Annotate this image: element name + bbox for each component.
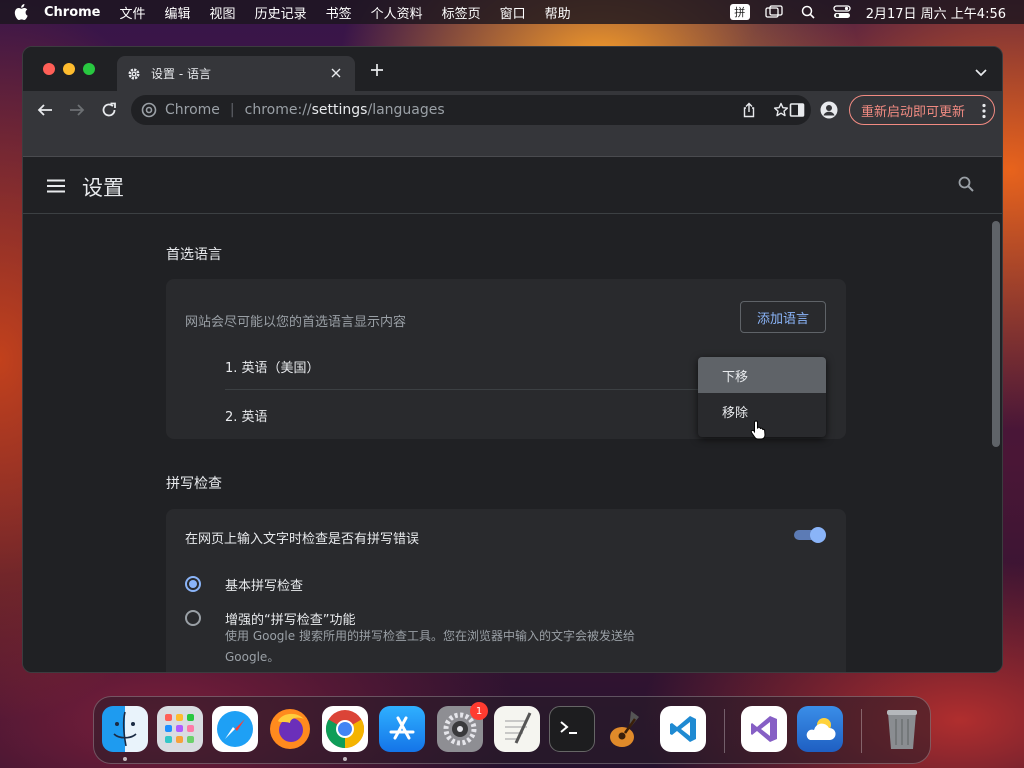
forward-button[interactable] xyxy=(67,100,87,120)
minimize-window-button[interactable] xyxy=(63,63,75,75)
url-site-name: Chrome xyxy=(165,102,220,118)
share-icon[interactable] xyxy=(741,102,757,118)
chrome-window: 设置 - 语言 Chrome | chrome://settings /lang… xyxy=(22,46,1003,673)
app-store-icon[interactable] xyxy=(379,706,425,752)
menu-view[interactable]: 视图 xyxy=(210,3,236,22)
basic-spellcheck-label: 基本拼写检查 xyxy=(225,579,304,594)
url-scheme: chrome:// xyxy=(244,102,312,118)
settings-header: 设置 xyxy=(23,158,1002,214)
running-indicator xyxy=(343,757,347,761)
menu-file[interactable]: 文件 xyxy=(120,3,146,22)
zoom-window-button[interactable] xyxy=(83,63,95,75)
garageband-icon[interactable] xyxy=(604,706,650,752)
menu-item-move-down[interactable]: 下移 xyxy=(698,357,826,393)
safari-icon[interactable] xyxy=(212,706,258,752)
address-bar[interactable]: Chrome | chrome://settings/languages xyxy=(131,95,811,125)
url-host: settings xyxy=(311,102,368,118)
basic-spellcheck-radio[interactable] xyxy=(185,576,201,592)
settings-content: 首选语言 网站会尽可能以您的首选语言显示内容 添加语言 1. 英语（美国） 2.… xyxy=(23,215,1002,672)
chrome-site-icon[interactable] xyxy=(141,102,157,118)
notification-badge: 1 xyxy=(470,702,488,720)
menu-profiles[interactable]: 个人资料 xyxy=(371,3,423,22)
weather-icon[interactable] xyxy=(797,706,843,752)
visual-studio-icon[interactable] xyxy=(741,706,787,752)
tab-strip: 设置 - 语言 xyxy=(23,47,1002,91)
menu-bar: Chrome 文件 编辑 视图 历史记录 书签 个人资料 标签页 窗口 帮助 拼… xyxy=(0,0,1024,24)
bookmarks-bar xyxy=(23,129,1002,157)
dock-separator xyxy=(724,709,725,753)
browser-toolbar: Chrome | chrome://settings/languages 重新启… xyxy=(23,91,1002,129)
profile-avatar-icon[interactable] xyxy=(820,101,838,119)
terminal-icon[interactable] xyxy=(549,706,595,752)
input-method-indicator[interactable]: 拼 xyxy=(729,4,750,20)
update-button-label: 重新启动即可更新 xyxy=(861,104,966,120)
language-item-2: 2. 英语 xyxy=(225,410,268,425)
menu-edit[interactable]: 编辑 xyxy=(165,3,191,22)
add-language-button[interactable]: 添加语言 xyxy=(740,301,826,333)
enhanced-spellcheck-description: 使用 Google 搜索所用的拼写检查工具。您在浏览器中输入的文字会被发送给 G… xyxy=(225,629,635,664)
preferred-languages-description: 网站会尽可能以您的首选语言显示内容 xyxy=(185,315,407,330)
reload-button[interactable] xyxy=(99,100,119,120)
menu-bookmarks[interactable]: 书签 xyxy=(326,3,352,22)
spellcheck-toggle-label: 在网页上输入文字时检查是否有拼写错误 xyxy=(185,532,420,547)
tab-title: 设置 - 语言 xyxy=(151,67,211,81)
dock: 1 xyxy=(93,696,931,764)
new-tab-button[interactable] xyxy=(368,61,386,79)
menu-window[interactable]: 窗口 xyxy=(500,3,526,22)
screen-mirroring-icon[interactable] xyxy=(764,4,784,20)
more-menu-icon[interactable] xyxy=(982,103,986,123)
url-path: /languages xyxy=(367,102,445,118)
hamburger-menu-icon[interactable] xyxy=(47,178,65,193)
control-center-icon[interactable] xyxy=(832,4,852,20)
preferred-languages-heading: 首选语言 xyxy=(166,247,222,263)
spellcheck-toggle[interactable] xyxy=(794,527,826,543)
enhanced-spellcheck-radio[interactable] xyxy=(185,610,201,626)
vscode-icon[interactable] xyxy=(660,706,706,752)
spotlight-search-icon[interactable] xyxy=(798,4,818,20)
spellcheck-card: 在网页上输入文字时检查是否有拼写错误 基本拼写检查 增强的“拼写检查”功能 使用… xyxy=(166,509,846,672)
search-icon[interactable] xyxy=(958,176,976,194)
apple-icon[interactable] xyxy=(12,3,30,21)
dock-separator xyxy=(861,709,862,753)
menubar-clock[interactable]: 2月17日 周六 上午4:56 xyxy=(866,3,1006,22)
launchpad-icon[interactable] xyxy=(157,706,203,752)
bookmark-star-icon[interactable] xyxy=(773,102,789,118)
menu-history[interactable]: 历史记录 xyxy=(255,3,307,22)
textedit-icon[interactable] xyxy=(494,706,540,752)
page-title: 设置 xyxy=(82,176,124,200)
menu-chrome[interactable]: Chrome xyxy=(44,5,101,20)
url-separator: | xyxy=(229,102,235,118)
firefox-icon[interactable] xyxy=(267,706,313,752)
trash-icon[interactable] xyxy=(879,706,925,752)
tab-search-chevron-icon[interactable] xyxy=(974,63,988,77)
side-panel-icon[interactable] xyxy=(788,101,806,119)
relaunch-to-update-button[interactable]: 重新启动即可更新 xyxy=(849,95,995,125)
gear-icon xyxy=(127,66,143,82)
spellcheck-heading: 拼写检查 xyxy=(166,476,222,492)
close-window-button[interactable] xyxy=(43,63,55,75)
menu-help[interactable]: 帮助 xyxy=(545,3,571,22)
tab-settings-languages[interactable]: 设置 - 语言 xyxy=(117,56,355,91)
close-tab-icon[interactable] xyxy=(329,66,343,80)
hand-pointer-cursor-icon xyxy=(750,420,766,440)
language-item-1: 1. 英语（美国） xyxy=(225,361,320,376)
running-indicator xyxy=(123,757,127,761)
chrome-icon[interactable] xyxy=(322,706,368,752)
menu-tabs[interactable]: 标签页 xyxy=(442,3,481,22)
finder-icon[interactable] xyxy=(102,706,148,752)
scrollbar-thumb[interactable] xyxy=(992,221,1000,447)
back-button[interactable] xyxy=(35,100,55,120)
